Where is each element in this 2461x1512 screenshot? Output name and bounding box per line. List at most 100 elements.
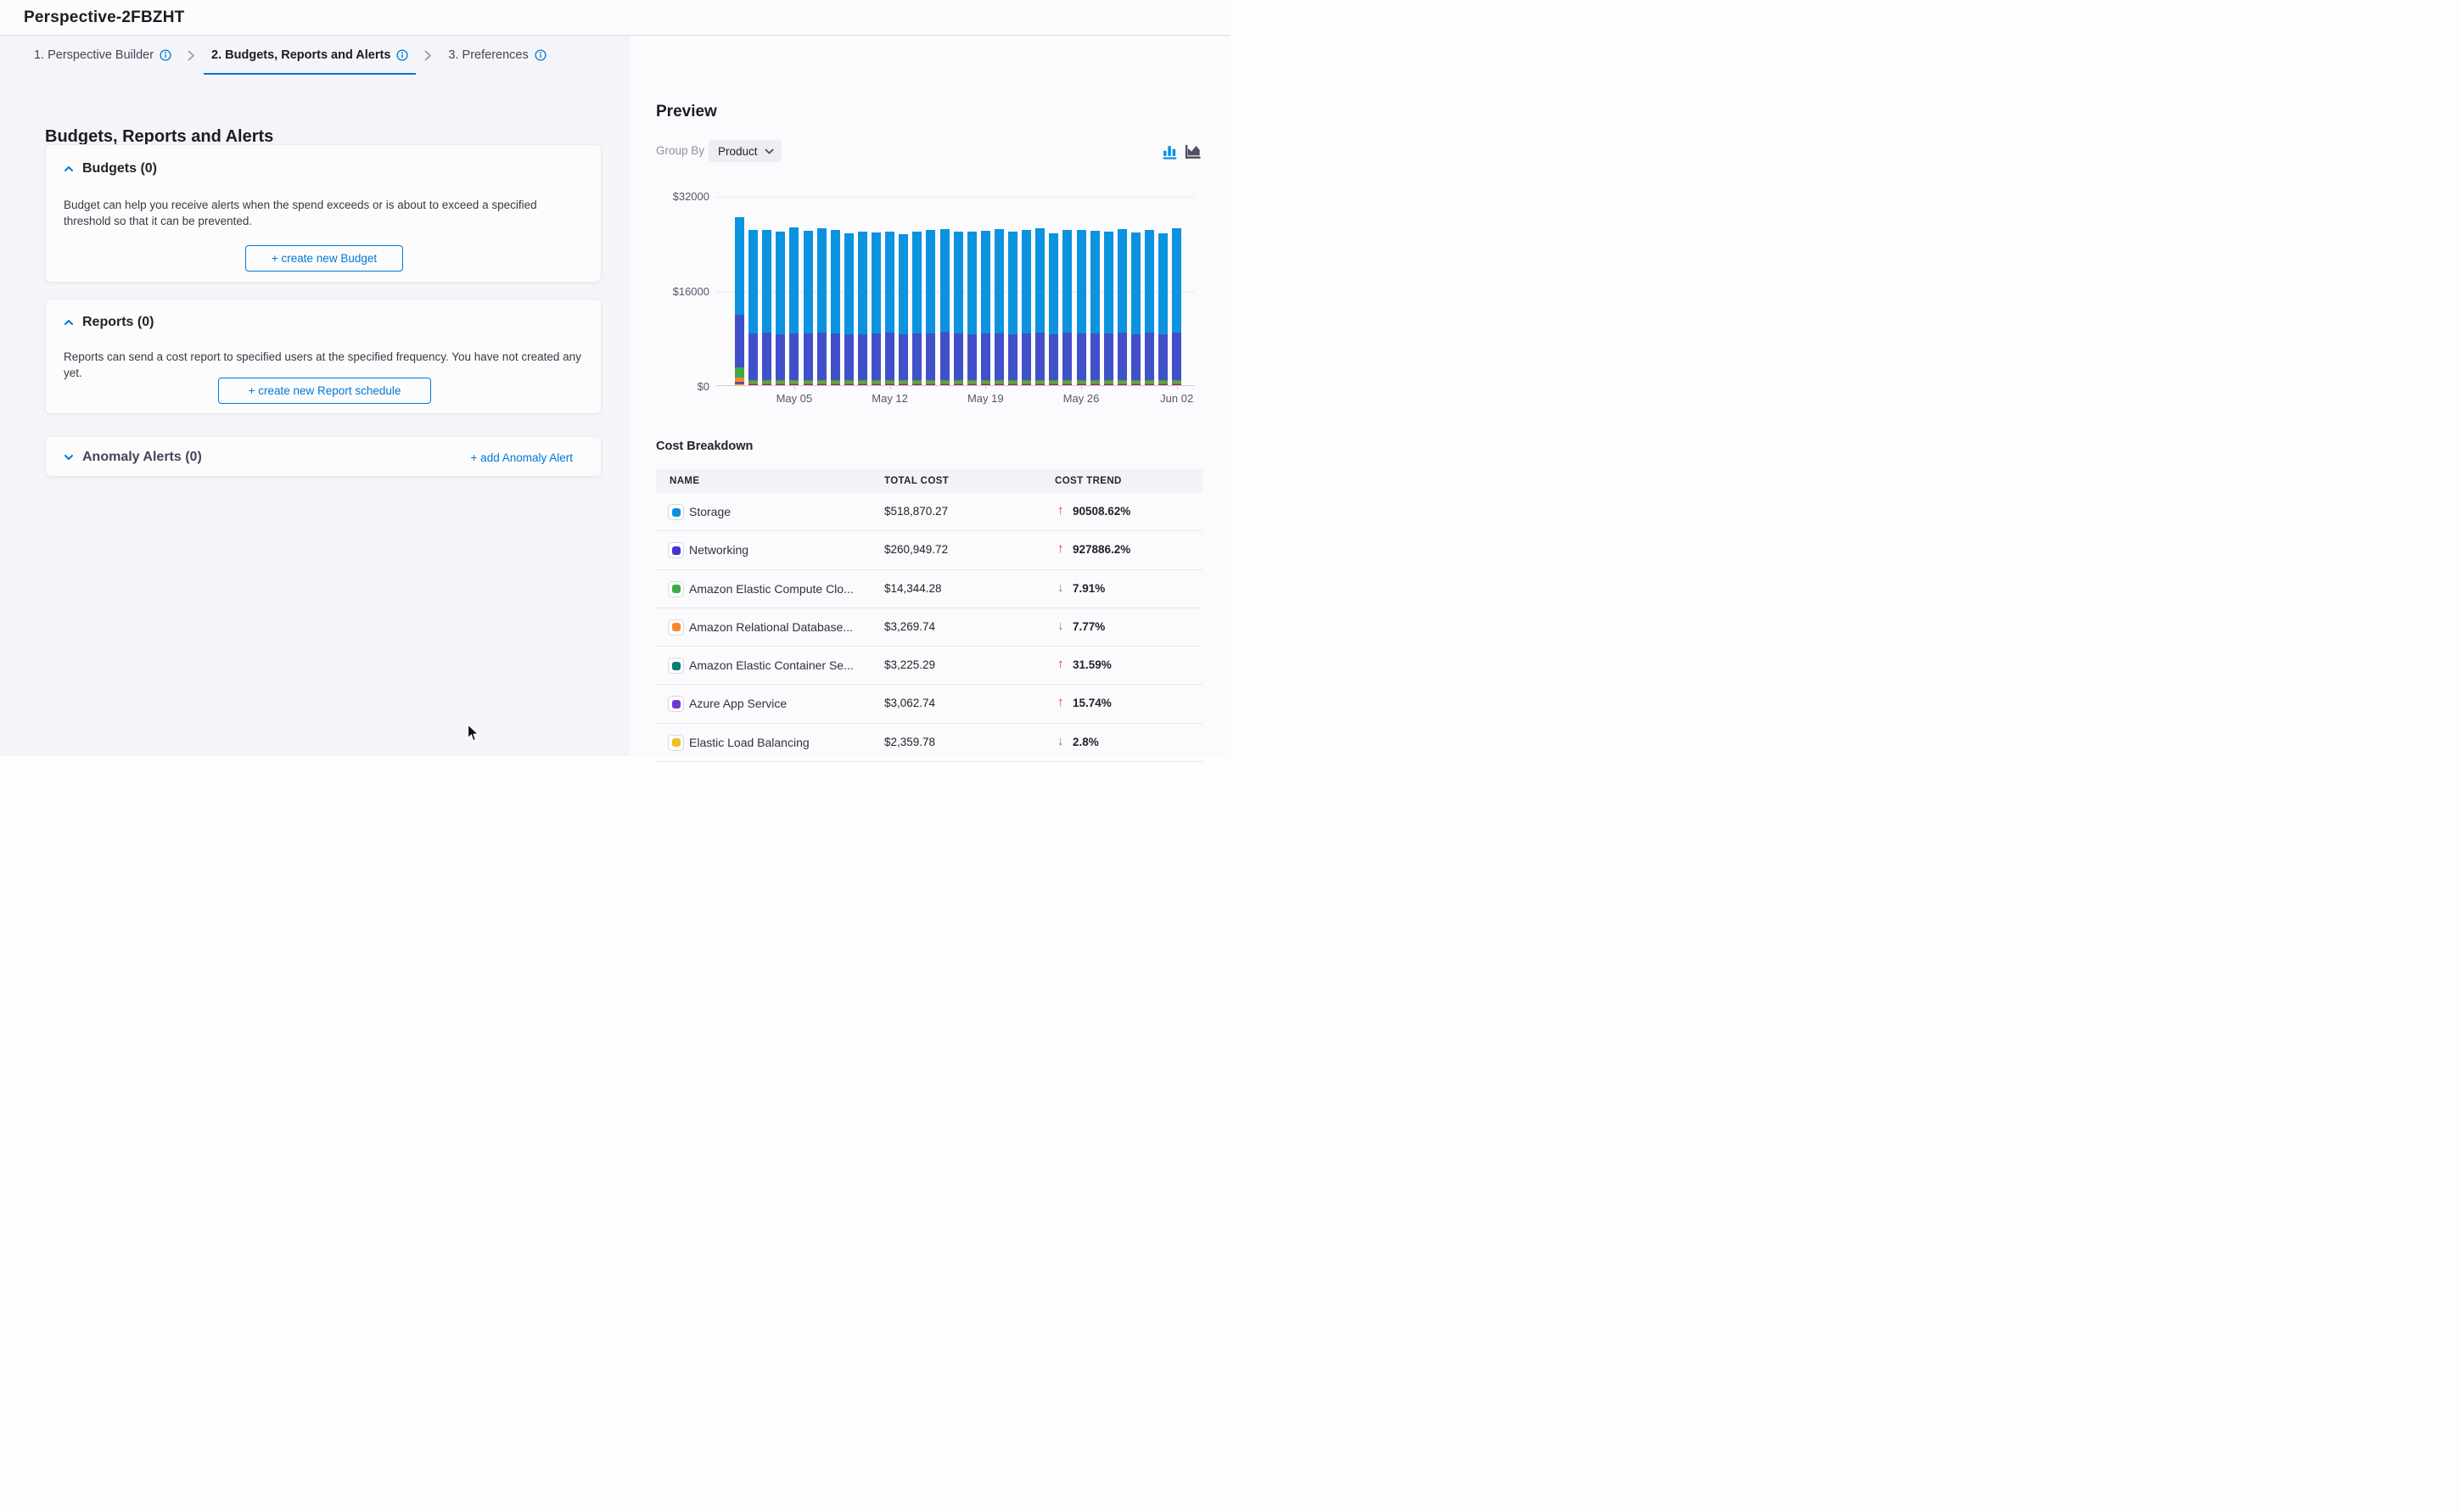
bar-segment	[858, 380, 867, 383]
bar-segment	[912, 232, 922, 334]
bar-segment	[831, 380, 840, 383]
add-anomaly-alert-link[interactable]: + add Anomaly Alert	[471, 451, 573, 464]
bar-segment	[1090, 380, 1100, 383]
bar-segment	[1158, 383, 1168, 384]
app-root: Perspective-2FBZHT 1. Perspective Builde…	[0, 0, 1230, 756]
chevron-down-icon	[765, 148, 774, 154]
budgets-card-header[interactable]: Budgets (0)	[64, 161, 157, 176]
bar-segment	[1077, 333, 1086, 381]
bar-segment	[940, 229, 950, 333]
reports-card-header[interactable]: Reports (0)	[64, 315, 154, 330]
bar-chart-toggle-icon[interactable]	[1163, 143, 1180, 160]
chevron-up-icon	[64, 319, 74, 326]
x-axis-label: May 05	[765, 392, 824, 405]
bar-segment	[885, 380, 894, 383]
legend-swatch	[668, 504, 684, 520]
reports-card: Reports (0) Reports can send a cost repo…	[45, 299, 602, 414]
bar-segment	[872, 232, 881, 333]
bar-segment	[1145, 230, 1154, 333]
bar-segment	[1104, 232, 1113, 334]
bar-segment	[858, 334, 867, 380]
bar-segment	[1090, 231, 1100, 333]
page-title: Perspective-2FBZHT	[24, 8, 184, 27]
tab-perspective-builder[interactable]: 1. Perspective Builder	[26, 36, 179, 75]
bar-segment	[1131, 380, 1141, 383]
bar-segment	[831, 383, 840, 384]
info-icon[interactable]	[160, 49, 171, 61]
table-row: Storage$518,870.27↑90508.62%	[656, 493, 1202, 531]
bar-segment	[1104, 380, 1113, 383]
x-axis-label: May 12	[861, 392, 920, 405]
bar-segment	[1062, 230, 1072, 333]
bar-segment	[912, 383, 922, 384]
legend-swatch	[668, 658, 684, 674]
bar-segment	[967, 383, 977, 384]
row-name: Networking	[689, 543, 748, 557]
bar-segment	[1145, 333, 1154, 380]
bar-segment	[789, 380, 799, 383]
table-row: Amazon Relational Database...$3,269.74↓7…	[656, 608, 1202, 647]
bar-segment	[1022, 380, 1031, 383]
legend-swatch	[668, 619, 684, 636]
bar-segment	[967, 232, 977, 333]
group-by-label: Group By	[656, 144, 704, 157]
trend-up-arrow-icon: ↑	[1057, 541, 1064, 556]
column-header-cost-trend: COST TREND	[1055, 476, 1122, 486]
bar-segment	[1118, 229, 1127, 333]
bar-segment	[735, 315, 744, 367]
bar-segment	[844, 334, 854, 381]
bar-segment	[1172, 383, 1181, 384]
create-budget-button[interactable]: + create new Budget	[245, 245, 403, 272]
x-axis-label: May 26	[1051, 392, 1111, 405]
bar-segment	[776, 334, 785, 380]
tab-preferences[interactable]: 3. Preferences	[440, 36, 553, 75]
bar-segment	[899, 234, 908, 334]
bar-segment	[940, 332, 950, 380]
bar-segment	[1158, 334, 1168, 380]
trend-down-arrow-icon: ↓	[1057, 619, 1064, 633]
row-cost-trend: 7.77%	[1073, 620, 1105, 633]
y-axis-label: $32000	[633, 190, 709, 203]
bar-segment	[940, 383, 950, 384]
bar-segment	[1145, 383, 1154, 384]
create-report-schedule-button[interactable]: + create new Report schedule	[218, 378, 431, 404]
bar-segment	[748, 380, 758, 383]
group-by-select[interactable]: Product	[709, 140, 782, 162]
info-icon[interactable]	[535, 49, 547, 61]
bar-segment	[748, 333, 758, 381]
row-total-cost: $260,949.72	[884, 543, 948, 556]
bar-segment	[1035, 333, 1045, 380]
row-cost-trend: 927886.2%	[1073, 543, 1130, 556]
bar-segment	[899, 383, 908, 384]
chevron-up-icon	[64, 165, 74, 172]
x-axis-label: Jun 02	[1147, 392, 1207, 405]
bar-segment	[1022, 383, 1031, 384]
row-name: Storage	[689, 505, 731, 518]
bar-segment	[967, 334, 977, 381]
table-body: Storage$518,870.27↑90508.62% Networking $2…	[656, 493, 1202, 762]
anomaly-alerts-card: Anomaly Alerts (0) + add Anomaly Alert	[45, 436, 602, 477]
bar-segment	[831, 333, 840, 380]
bar-segment	[804, 383, 813, 384]
bar-segment	[981, 333, 990, 380]
trend-up-arrow-icon: ↑	[1057, 657, 1064, 671]
bar-segment	[926, 230, 935, 333]
bar-segment	[1090, 333, 1100, 380]
row-cost-trend: 15.74%	[1073, 697, 1112, 709]
chevron-right-icon	[424, 50, 432, 61]
bar-segment	[1158, 380, 1168, 383]
x-axis-line	[716, 385, 1195, 386]
tab-budgets-reports-alerts[interactable]: 2. Budgets, Reports and Alerts	[204, 36, 416, 75]
tab-label: 1. Perspective Builder	[34, 48, 154, 62]
info-icon[interactable]	[396, 49, 408, 61]
bar-segment	[1131, 334, 1141, 380]
table-row: Networking $260,949.72 ↑ 927886.2%	[656, 531, 1202, 569]
bar-segment	[831, 230, 840, 334]
anomaly-card-header[interactable]: Anomaly Alerts (0)	[64, 450, 202, 465]
area-chart-toggle-icon[interactable]	[1185, 143, 1202, 160]
legend-swatch	[668, 696, 684, 712]
window-header: Perspective-2FBZHT	[0, 0, 1230, 36]
bar-segment	[885, 232, 894, 333]
table-row: Amazon Elastic Container Se...$3,225.29↑…	[656, 647, 1202, 685]
legend-swatch	[668, 542, 684, 558]
